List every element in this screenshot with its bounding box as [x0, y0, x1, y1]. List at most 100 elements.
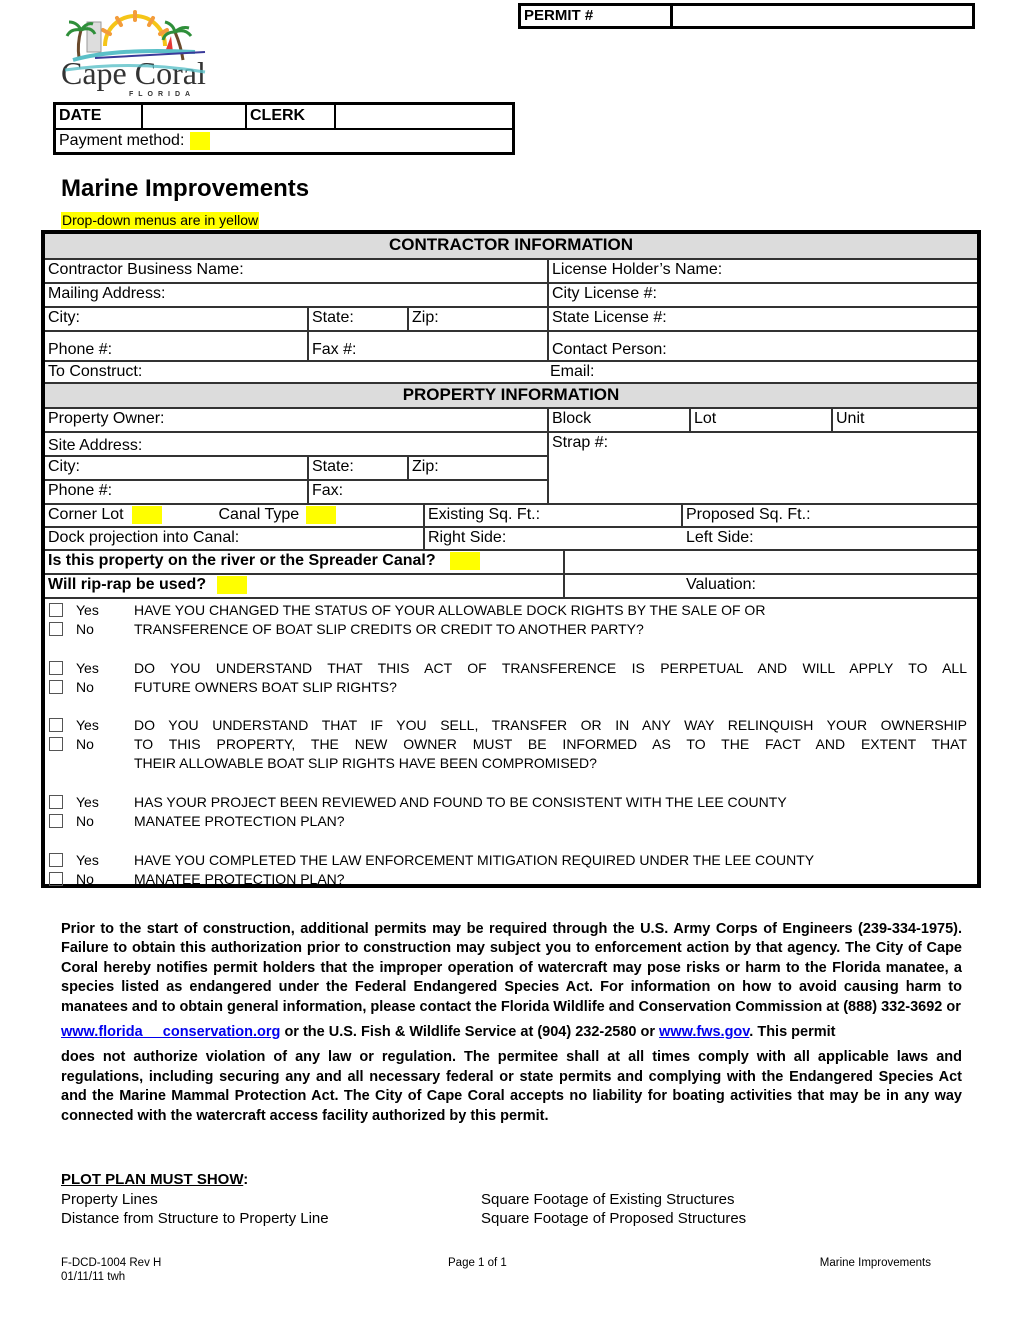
payment-method-dropdown[interactable]	[190, 132, 211, 150]
to-construct-field[interactable]: To Construct:	[45, 362, 547, 382]
property-phone-field[interactable]: Phone #:	[45, 481, 307, 503]
field-label: Phone #:	[48, 482, 113, 499]
question-line: MANATEE PROTECTION PLAN?	[134, 871, 345, 887]
property-owner-field[interactable]: Property Owner:	[45, 409, 547, 431]
form-row: Property Owner: Block Lot Unit	[45, 409, 977, 433]
field-label: Property Owner:	[48, 410, 165, 427]
contractor-state-field[interactable]: State:	[307, 308, 407, 330]
contractor-city-field[interactable]: City:	[45, 308, 307, 330]
field-label: Site Address:	[48, 437, 143, 454]
yes-checkbox[interactable]	[49, 718, 63, 732]
license-holder-name-field[interactable]: License Holder’s Name:	[547, 260, 977, 282]
yes-label: Yes	[76, 852, 99, 868]
yes-label: Yes	[76, 602, 99, 618]
contractor-zip-field[interactable]: Zip:	[407, 308, 547, 330]
email-field[interactable]: Email:	[547, 362, 977, 382]
no-checkbox[interactable]	[49, 680, 63, 694]
contractor-phone-field[interactable]: Phone #:	[45, 332, 307, 360]
no-checkbox[interactable]	[49, 872, 63, 886]
form-id: F-DCD-1004 Rev H	[61, 1257, 162, 1269]
contractor-business-name-field[interactable]: Contractor Business Name:	[45, 260, 547, 282]
existing-sqft-field[interactable]: Existing Sq. Ft.:	[423, 505, 681, 526]
field-label: Unit	[836, 410, 865, 427]
no-label: No	[76, 871, 94, 887]
yes-checkbox[interactable]	[49, 661, 63, 675]
corner-lot-dropdown[interactable]	[132, 505, 163, 524]
contractor-fax-field[interactable]: Fax #:	[307, 332, 547, 360]
fwc-link[interactable]: www.florida conservation.org	[61, 1024, 280, 1040]
no-checkbox[interactable]	[49, 737, 63, 751]
river-answer-field[interactable]	[563, 551, 977, 573]
plot-plan-item: Distance from Structure to Property Line	[61, 1210, 329, 1227]
form-row: Dock projection into Canal: Right Side: …	[45, 528, 977, 551]
field-label: Dock projection into Canal:	[48, 529, 240, 546]
fws-link[interactable]: www.fws.gov	[659, 1024, 749, 1040]
field-label: Mailing Address:	[48, 285, 166, 302]
form-date: 01/11/11 twh	[61, 1271, 126, 1283]
page-title: Marine Improvements	[61, 175, 310, 202]
plot-plan-colon: :	[243, 1171, 249, 1188]
lot-field[interactable]: Lot	[689, 409, 831, 431]
yes-checkbox[interactable]	[49, 603, 63, 617]
contact-person-field[interactable]: Contact Person:	[547, 332, 977, 360]
no-label: No	[76, 813, 94, 829]
permit-number-label: PERMIT #	[521, 6, 673, 26]
notice-paragraph-2: www.florida conservation.org or the U.S.…	[61, 1023, 962, 1042]
marine-form: CONTRACTOR INFORMATION Contractor Busine…	[41, 230, 981, 888]
question-text: DO YOU UNDERSTAND THAT THIS ACT OF TRANS…	[134, 659, 967, 697]
no-checkbox[interactable]	[49, 622, 63, 636]
form-row: Phone #: Fax:	[45, 481, 547, 505]
corner-lot-label: Corner Lot	[48, 506, 124, 523]
city-license-field[interactable]: City License #:	[547, 284, 977, 306]
field-label: Zip:	[412, 458, 439, 475]
block-field[interactable]: Block	[547, 409, 689, 431]
form-row: Phone #: Fax #: Contact Person:	[45, 332, 977, 362]
river-question-cell: Is this property on the river or the Spr…	[45, 551, 563, 573]
property-state-field[interactable]: State:	[307, 457, 407, 479]
site-address-field[interactable]: Site Address:	[45, 433, 547, 455]
river-dropdown[interactable]	[450, 551, 481, 570]
logo-graphic: Cape Coral FLORIDA	[61, 10, 206, 98]
page-number: Page 1 of 1	[448, 1257, 507, 1269]
notice-text: or the U.S. Fish & Wildlife Service at (…	[280, 1024, 660, 1041]
date-field[interactable]	[143, 105, 247, 128]
mailing-address-field[interactable]: Mailing Address:	[45, 284, 547, 306]
property-fax-field[interactable]: Fax:	[307, 481, 547, 503]
clerk-field[interactable]	[336, 105, 512, 128]
question-line: DO YOU UNDERSTAND THAT THIS ACT OF TRANS…	[134, 660, 967, 676]
yes-checkbox[interactable]	[49, 853, 63, 867]
strap-number-field[interactable]: Strap #:	[547, 433, 977, 505]
unit-field[interactable]: Unit	[831, 409, 977, 431]
form-name: Marine Improvements	[819, 1257, 931, 1269]
notice-paragraph-1: Prior to the start of construction, addi…	[61, 921, 962, 1015]
property-section-header: PROPERTY INFORMATION	[45, 384, 977, 409]
state-license-field[interactable]: State License #:	[547, 308, 977, 330]
property-city-field[interactable]: City:	[45, 457, 307, 479]
field-label: City:	[48, 309, 80, 326]
no-label: No	[76, 679, 94, 695]
canal-type-dropdown[interactable]	[305, 505, 336, 524]
field-label: Strap #:	[552, 434, 609, 451]
field-label: Proposed Sq. Ft.:	[686, 506, 811, 523]
permit-number-field[interactable]	[673, 6, 972, 26]
yes-label: Yes	[76, 717, 99, 733]
riprap-question-cell: Will rip-rap be used?	[45, 575, 563, 597]
field-label: City:	[48, 458, 80, 475]
yes-checkbox[interactable]	[49, 795, 63, 809]
no-checkbox[interactable]	[49, 814, 63, 828]
question-line: DO YOU UNDERSTAND THAT IF YOU SELL, TRAN…	[134, 717, 967, 733]
riprap-dropdown[interactable]	[216, 575, 247, 594]
permit-number-box: PERMIT #	[518, 3, 975, 29]
question-text: DO YOU UNDERSTAND THAT IF YOU SELL, TRAN…	[134, 716, 967, 773]
right-side-field[interactable]: Right Side:	[423, 528, 681, 549]
proposed-sqft-field[interactable]: Proposed Sq. Ft.:	[681, 505, 977, 526]
form-row: City: State: Zip:	[45, 457, 547, 481]
valuation-label[interactable]: Valuation:	[686, 576, 756, 593]
left-side-field[interactable]: Left Side:	[683, 528, 977, 549]
field-label: Left Side:	[686, 529, 754, 546]
question-text: HAS YOUR PROJECT BEEN REVIEWED AND FOUND…	[134, 793, 967, 831]
property-zip-field[interactable]: Zip:	[407, 457, 547, 479]
logo-subtext: FLORIDA	[129, 91, 195, 98]
question-line: HAVE YOU COMPLETED THE LAW ENFORCEMENT M…	[134, 852, 815, 868]
dock-projection-field[interactable]: Dock projection into Canal:	[45, 528, 423, 549]
